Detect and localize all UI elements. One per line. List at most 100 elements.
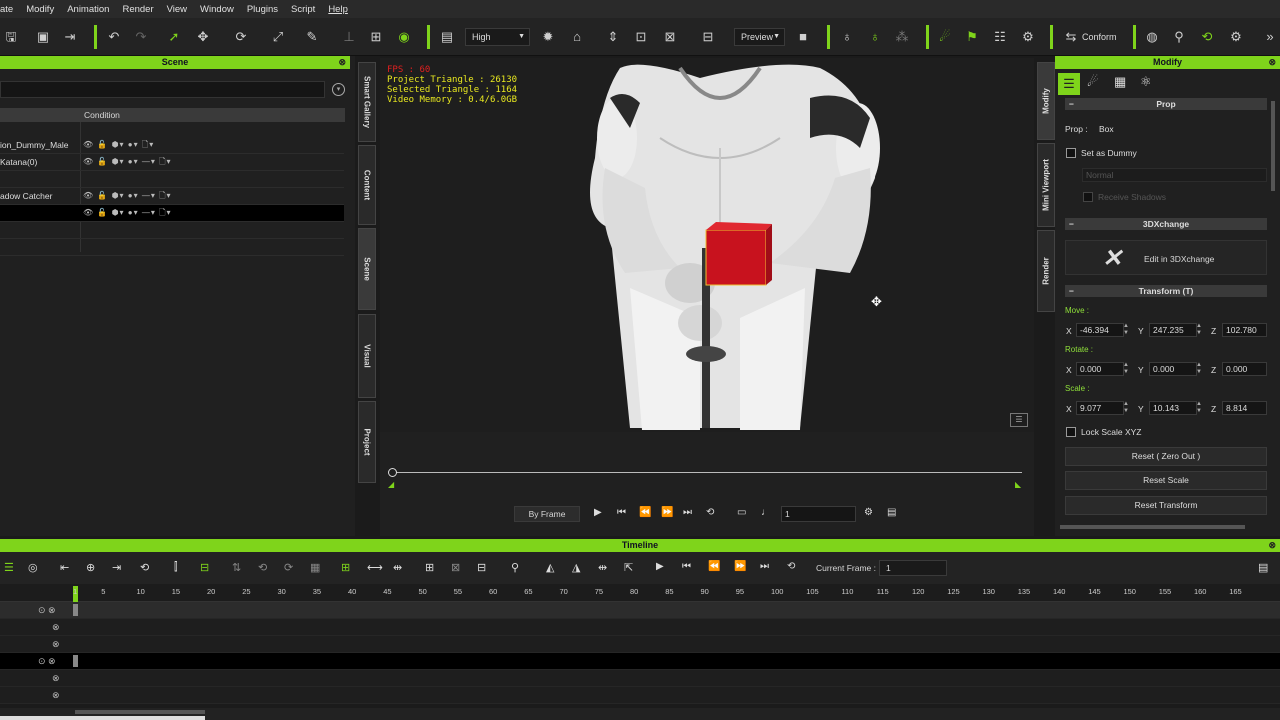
audio-icon[interactable]: ♩ [761, 507, 771, 518]
scale-tool-icon[interactable]: ⤢ [269, 28, 287, 46]
next-frame-icon[interactable]: ⏩ [734, 561, 746, 572]
add-key-icon[interactable]: ⊕ [86, 561, 95, 574]
edit-in-3dxchange-button[interactable]: ✕ Edit in 3DXchange [1065, 240, 1267, 275]
flag-icon[interactable]: ⚑ [963, 28, 981, 46]
timeline-track-row[interactable] [0, 636, 1280, 653]
captions-icon[interactable]: ▭ [737, 507, 746, 518]
insert-icon[interactable]: ⊞ [341, 561, 350, 574]
reset-zero-out-button[interactable]: Reset ( Zero Out ) [1065, 447, 1267, 466]
comment-icon[interactable]: ☰ [1010, 413, 1028, 427]
tree-row-icons[interactable]: 👁 🔓 ⬢▾ ●▾ —▾ 🗋▾ [83, 207, 172, 221]
conform-icon[interactable]: ⇆ [1062, 28, 1080, 46]
more-icon[interactable]: » [1261, 28, 1279, 46]
scale-z-field[interactable]: 8.814 [1222, 401, 1267, 415]
distribute-icon[interactable]: ⊞ [367, 28, 385, 46]
preview-dropdown[interactable]: Preview ▼ [734, 28, 785, 46]
save-icon[interactable]: 🖫 [2, 28, 20, 46]
picker-tool-icon[interactable]: ✎ [303, 28, 321, 46]
timeline-track-row-selected[interactable] [0, 653, 1280, 670]
go-to-end-icon[interactable]: ⏭ [760, 561, 769, 572]
timeline-track-row[interactable] [0, 602, 1280, 619]
render-sphere-icon[interactable]: ◍ [1143, 28, 1161, 46]
light-icon[interactable]: ✹ [539, 28, 557, 46]
material-tab-icon[interactable]: ▦ [1114, 74, 1126, 90]
loop-mode-icon[interactable]: ⟲ [787, 561, 795, 572]
track-close-icon[interactable]: ⊗ [52, 622, 60, 633]
plugin-icon[interactable]: ⚙ [1019, 28, 1037, 46]
rotate-x-spinner-icon[interactable]: ▲ ▼ [1122, 362, 1130, 376]
scale-y-spinner-icon[interactable]: ▲ ▼ [1195, 401, 1203, 415]
zoom-icon[interactable]: ⚲ [1170, 28, 1188, 46]
move-z-field[interactable]: 102.780 [1222, 323, 1267, 337]
set-as-dummy-checkbox[interactable] [1066, 148, 1076, 158]
filter-dropdown-icon[interactable]: ▾ [332, 83, 345, 96]
reset-scale-button[interactable]: Reset Scale [1065, 471, 1267, 490]
fit-view-icon[interactable]: ⇕ [604, 28, 622, 46]
tree-row[interactable] [0, 239, 344, 256]
reset-transform-button[interactable]: Reset Transform [1065, 496, 1267, 515]
tree-row-icons[interactable]: 👁 🔓 ⬢▾ ●▾ —▾ 🗋▾ [83, 156, 172, 170]
motion-icon[interactable]: ☄ [936, 28, 954, 46]
menu-help[interactable]: Help [321, 4, 354, 15]
transform-section-header[interactable]: − Transform (T) [1065, 285, 1267, 297]
track-close-icon[interactable]: ⊗ [52, 690, 60, 701]
track-toggle-icon[interactable]: ⊙ ⊗ [38, 605, 56, 616]
go-to-start-icon[interactable]: ⏮ [617, 507, 626, 518]
loop-icon[interactable]: ⟲ [140, 561, 149, 574]
tab-project[interactable]: Project [358, 401, 376, 483]
physics-icon[interactable]: ♁ [838, 28, 856, 46]
go-to-start-icon[interactable]: ⏮ [682, 561, 691, 572]
tab-smart-gallery[interactable]: Smart Gallery [358, 62, 376, 142]
settings-icon[interactable]: ⚙ [1227, 28, 1245, 46]
menu-create[interactable]: ate [0, 4, 19, 15]
move-x-spinner-icon[interactable]: ▲ ▼ [1122, 323, 1130, 337]
time-slider-handle[interactable] [388, 468, 397, 477]
modify-h-scrollbar[interactable] [1060, 525, 1245, 529]
playback-settings-icon[interactable]: ⚙ [864, 507, 873, 518]
transition-icon[interactable]: ⇥ [112, 561, 121, 574]
export-range-icon[interactable]: ⇱ [624, 561, 633, 574]
cycle-icon[interactable]: ⟳ [284, 561, 293, 574]
screenshot-icon[interactable]: ⊟ [699, 28, 717, 46]
3d-viewport[interactable]: FPS : 60 Project Triangle : 26130 Select… [380, 58, 1034, 432]
camera-fit-icon[interactable]: ⊠ [661, 28, 679, 46]
modify-scrollbar[interactable] [1271, 101, 1275, 191]
softcloth-icon[interactable]: ♁ [866, 28, 884, 46]
key-frame-marker[interactable] [73, 655, 78, 667]
frame-selected-icon[interactable]: ⊡ [632, 28, 650, 46]
next-key-icon[interactable]: ◮ [572, 561, 580, 574]
scale-y-field[interactable]: 10.143 [1149, 401, 1197, 415]
tree-row-icons[interactable]: 👁 🔓 ⬢▾ ●▾ —▾ 🗋▾ [83, 190, 172, 204]
track-toggle-icon[interactable]: ⊙ ⊗ [38, 656, 56, 667]
track-close-icon[interactable]: ⊗ [52, 639, 60, 650]
undo-icon[interactable]: ↶ [105, 28, 123, 46]
select-tool-icon[interactable]: ➚ [165, 28, 183, 46]
zoom-icon[interactable]: ⚲ [511, 561, 519, 574]
physics-tab-icon[interactable]: ⚛ [1140, 74, 1152, 90]
close-icon[interactable]: ⊗ [1268, 56, 1276, 69]
timeline-h-scrollbar[interactable] [75, 710, 205, 714]
menu-view[interactable]: View [160, 4, 193, 15]
menu-window[interactable]: Window [193, 4, 240, 15]
timeline-track-row[interactable] [0, 619, 1280, 636]
display-mode-icon[interactable]: ▤ [438, 28, 456, 46]
delete-frame-icon[interactable]: ⊠ [451, 561, 460, 574]
tab-modify[interactable]: Modify [1037, 62, 1055, 140]
3dxchange-section-header[interactable]: − 3DXchange [1065, 218, 1267, 230]
redo-icon[interactable]: ↷ [132, 28, 150, 46]
time-slider-track[interactable] [392, 472, 1022, 473]
insert-frame-icon[interactable]: ⊞ [425, 561, 434, 574]
tab-scene[interactable]: Scene [358, 228, 376, 310]
timeline-menu-icon[interactable]: ▤ [1258, 561, 1268, 574]
menu-script[interactable]: Script [284, 4, 321, 15]
receive-shadows-checkbox[interactable] [1083, 192, 1093, 202]
tree-row-dummy[interactable]: ion_Dummy_Male 👁 🔓 ⬢▾ ●▾ 🗋▾ [0, 137, 344, 154]
stretch-icon[interactable]: ⟷ [367, 561, 383, 574]
tree-row-icons[interactable]: 👁 🔓 ⬢▾ ●▾ 🗋▾ [83, 139, 154, 153]
tree-row[interactable] [0, 222, 344, 239]
clip-icon[interactable]: ▦ [310, 561, 320, 574]
range-start-marker[interactable]: ◢ [388, 480, 394, 489]
motion-layer-icon[interactable]: ⇅ [232, 561, 241, 574]
current-frame-input[interactable]: 1 [879, 560, 947, 576]
menu-plugins[interactable]: Plugins [240, 4, 284, 15]
